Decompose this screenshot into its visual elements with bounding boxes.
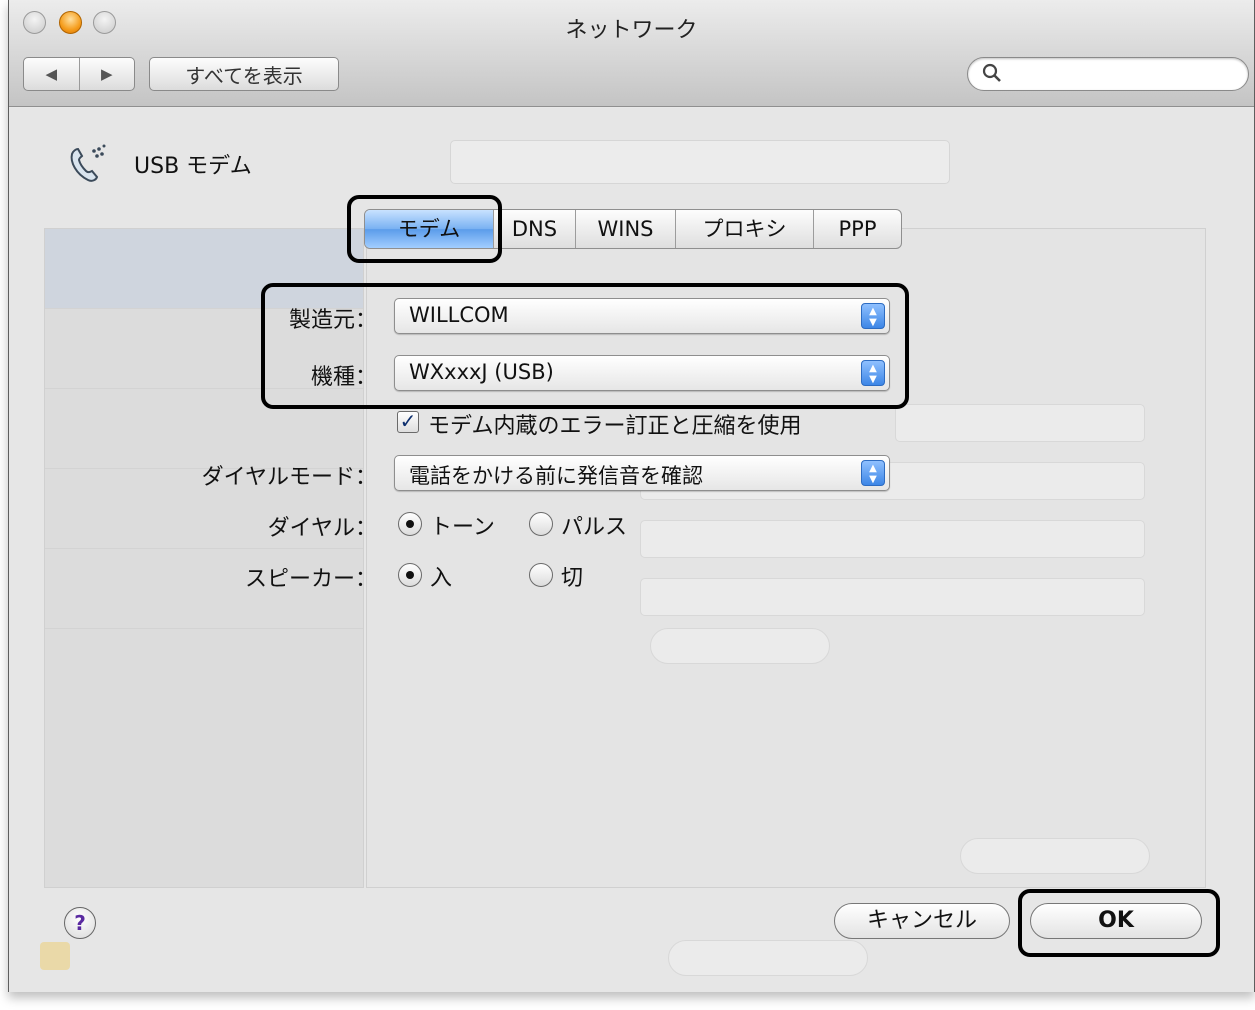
speaker-on-label: 入: [430, 566, 453, 591]
back-forward-buttons: ◀ ▶: [23, 57, 135, 91]
dial-mode-value: 電話をかける前に発信音を確認: [409, 464, 703, 488]
dimmed-field: [640, 520, 1145, 558]
dialing-label: ダイヤル：: [267, 516, 377, 541]
error-correction-checkbox[interactable]: ✓: [397, 411, 419, 433]
dialing-pulse-label: パルス: [561, 515, 628, 540]
speaker-on-radio[interactable]: [398, 563, 422, 587]
popup-arrows-icon: ▲ ▼: [861, 303, 885, 329]
service-name: USB モデム: [134, 154, 252, 179]
tab-wins[interactable]: WINS: [575, 210, 675, 248]
tab-bar: モデム DNS WINS プロキシ PPP: [364, 209, 902, 249]
popup-arrows-icon: ▲ ▼: [861, 360, 885, 386]
search-icon: [982, 62, 1002, 89]
error-correction-label: モデム内蔵のエラー訂正と圧縮を使用: [428, 414, 802, 439]
tab-proxy[interactable]: プロキシ: [675, 210, 813, 248]
dimmed-field: [895, 404, 1145, 442]
tab-dns[interactable]: DNS: [493, 210, 575, 248]
speaker-label: スピーカー：: [244, 567, 377, 592]
dialing-tone-label: トーン: [430, 515, 495, 540]
help-button[interactable]: ?: [64, 907, 96, 939]
cancel-button[interactable]: キャンセル: [834, 903, 1010, 939]
model-label: 機種：: [310, 365, 377, 390]
speaker-off-radio[interactable]: [529, 563, 553, 587]
list-item: [45, 229, 363, 309]
location-popup-dimmed: [450, 140, 950, 184]
dial-mode-popup[interactable]: 電話をかける前に発信音を確認 ▲ ▼: [394, 455, 890, 491]
vendor-popup[interactable]: WILLCOM ▲ ▼: [394, 298, 890, 334]
title-bar: ネットワーク ◀ ▶ すべてを表示: [9, 0, 1254, 107]
model-value: WXxxxJ (USB): [409, 360, 554, 384]
speaker-off-label: 切: [561, 566, 584, 591]
model-popup[interactable]: WXxxxJ (USB) ▲ ▼: [394, 355, 890, 391]
tab-ppp[interactable]: PPP: [813, 210, 901, 248]
dimmed-button: [650, 628, 830, 664]
back-button[interactable]: ◀: [24, 58, 79, 90]
tab-modem[interactable]: モデム: [365, 210, 493, 248]
window-title: ネットワーク: [565, 18, 698, 43]
ok-button[interactable]: OK: [1030, 903, 1202, 939]
lock-icon: [40, 942, 70, 970]
show-all-button[interactable]: すべてを表示: [149, 57, 339, 91]
vendor-value: WILLCOM: [409, 303, 509, 327]
dialing-pulse-radio[interactable]: [529, 512, 553, 536]
modem-phone-icon: [66, 140, 110, 184]
popup-arrows-icon: ▲ ▼: [861, 460, 885, 486]
dial-mode-label: ダイヤルモード：: [201, 465, 377, 490]
dimmed-button: [668, 940, 868, 976]
dialing-tone-radio[interactable]: [398, 512, 422, 536]
search-field[interactable]: [967, 57, 1249, 91]
dimmed-field: [640, 578, 1145, 616]
dimmed-button: [960, 838, 1150, 874]
list-item: [45, 389, 363, 469]
vendor-label: 製造元：: [288, 308, 377, 333]
forward-button[interactable]: ▶: [78, 58, 135, 90]
